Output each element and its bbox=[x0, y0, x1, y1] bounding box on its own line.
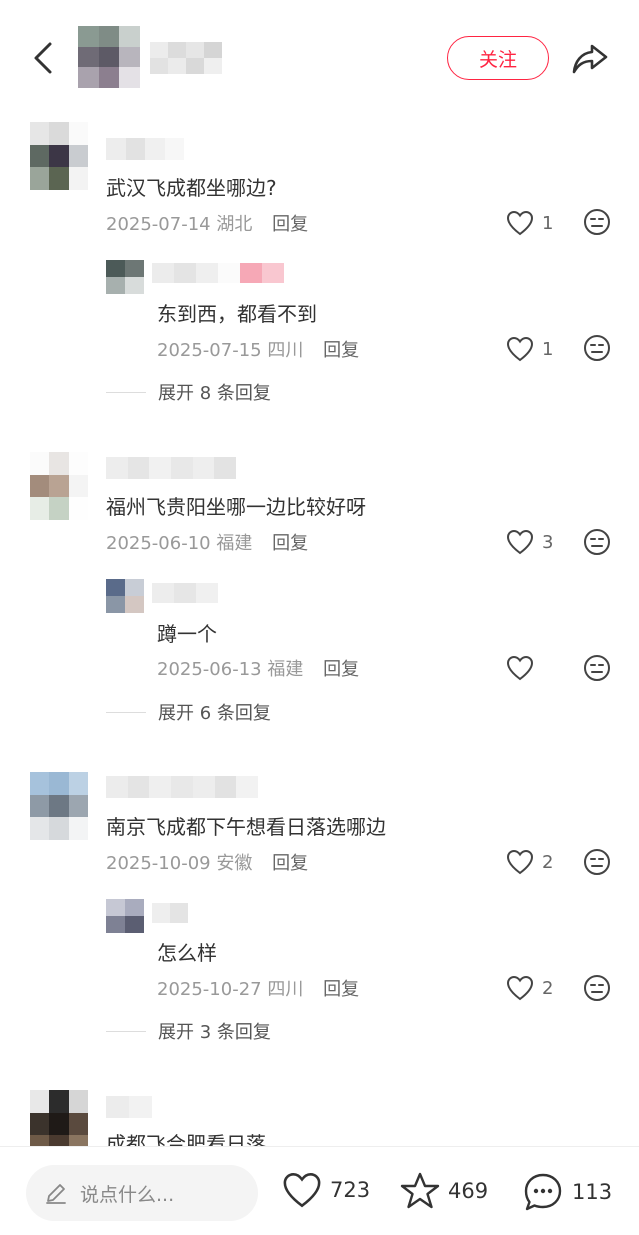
comment-meta: 2025-10-09 安徽 回复 bbox=[106, 849, 308, 875]
reply-text: 东到西，都看不到 bbox=[157, 302, 317, 326]
reply-username[interactable] bbox=[152, 583, 218, 603]
heart-icon bbox=[283, 1172, 321, 1208]
avatar[interactable] bbox=[30, 122, 88, 190]
dislike-icon[interactable] bbox=[583, 208, 611, 236]
like-count: 1 bbox=[542, 212, 554, 234]
heart-icon bbox=[506, 975, 534, 1001]
reply-location: 福建 bbox=[267, 659, 304, 680]
reply-date: 2025-10-27 bbox=[157, 979, 262, 1000]
dislike-icon[interactable] bbox=[583, 974, 611, 1002]
reply-date: 2025-07-15 bbox=[157, 340, 262, 361]
reply-meta: 2025-06-13 福建 回复 bbox=[157, 655, 359, 681]
heart-icon bbox=[506, 210, 534, 236]
comment-date: 2025-10-09 bbox=[106, 853, 211, 874]
chevron-left-icon[interactable] bbox=[28, 38, 58, 78]
reply-text: 怎么样 bbox=[157, 941, 217, 965]
heart-icon bbox=[506, 655, 534, 681]
username[interactable] bbox=[106, 138, 184, 160]
like-button[interactable]: 2 bbox=[506, 849, 553, 875]
dislike-icon[interactable] bbox=[583, 848, 611, 876]
like-button[interactable]: 1 bbox=[506, 336, 553, 362]
reply-location: 四川 bbox=[267, 340, 304, 361]
comment-bubble-icon bbox=[524, 1173, 562, 1211]
like-button[interactable] bbox=[506, 655, 542, 681]
username[interactable] bbox=[106, 1096, 152, 1118]
comment-location: 福建 bbox=[216, 533, 253, 554]
like-button[interactable]: 1 bbox=[506, 210, 553, 236]
reply-meta: 2025-07-15 四川 回复 bbox=[157, 336, 359, 362]
dislike-icon[interactable] bbox=[583, 528, 611, 556]
divider bbox=[106, 711, 146, 713]
reply-date: 2025-06-13 bbox=[157, 659, 262, 680]
reply-button[interactable]: 回复 bbox=[323, 659, 359, 680]
avatar[interactable] bbox=[30, 452, 88, 520]
heart-icon bbox=[506, 529, 534, 555]
expand-label: 展开 8 条回复 bbox=[158, 383, 271, 404]
comment-location: 湖北 bbox=[216, 214, 253, 235]
divider bbox=[106, 391, 146, 393]
comment-meta: 2025-07-14 湖北 回复 bbox=[106, 210, 308, 236]
author-avatar[interactable] bbox=[78, 26, 140, 88]
comment-meta: 2025-06-10 福建 回复 bbox=[106, 529, 308, 555]
pencil-icon bbox=[46, 1184, 66, 1204]
comment-date: 2025-06-10 bbox=[106, 533, 211, 554]
reply-button[interactable]: 回复 bbox=[323, 340, 359, 361]
like-button[interactable]: 2 bbox=[506, 975, 553, 1001]
input-placeholder: 说点什么... bbox=[80, 1183, 175, 1206]
reply-avatar[interactable] bbox=[106, 899, 144, 933]
reply-avatar[interactable] bbox=[106, 260, 144, 294]
favorites-count: 469 bbox=[448, 1179, 489, 1203]
like-post-button[interactable]: 723 bbox=[282, 1171, 370, 1209]
comment-date: 2025-07-14 bbox=[106, 214, 211, 235]
reply-avatar[interactable] bbox=[106, 579, 144, 613]
star-icon bbox=[400, 1172, 440, 1209]
reply-button[interactable]: 回复 bbox=[272, 533, 308, 554]
heart-icon bbox=[506, 336, 534, 362]
reply-meta: 2025-10-27 四川 回复 bbox=[157, 975, 359, 1001]
expand-label: 展开 6 条回复 bbox=[158, 703, 271, 724]
comment-text: 福州飞贵阳坐哪一边比较好呀 bbox=[106, 495, 366, 519]
like-button[interactable]: 3 bbox=[506, 529, 553, 555]
comment-input[interactable]: 说点什么... bbox=[26, 1165, 258, 1221]
username[interactable] bbox=[106, 457, 236, 479]
dislike-icon[interactable] bbox=[583, 334, 611, 362]
like-count: 1 bbox=[542, 338, 554, 360]
username[interactable] bbox=[106, 776, 258, 798]
like-count: 2 bbox=[542, 851, 554, 873]
author-name[interactable] bbox=[150, 42, 222, 74]
follow-button[interactable]: 关注 bbox=[447, 36, 549, 80]
bottom-action-bar: 说点什么... 723 469 113 bbox=[0, 1146, 639, 1235]
reply-text: 蹲一个 bbox=[157, 622, 217, 646]
likes-count: 723 bbox=[330, 1178, 371, 1202]
comments-button[interactable]: 113 bbox=[522, 1171, 612, 1213]
expand-replies[interactable]: 展开 6 条回复 bbox=[106, 699, 271, 725]
expand-replies[interactable]: 展开 8 条回复 bbox=[106, 379, 271, 405]
comment-location: 安徽 bbox=[216, 853, 253, 874]
top-bar: 关注 bbox=[0, 0, 639, 118]
expand-label: 展开 3 条回复 bbox=[158, 1022, 271, 1043]
dislike-icon[interactable] bbox=[583, 654, 611, 682]
reply-username[interactable] bbox=[152, 263, 284, 283]
avatar[interactable] bbox=[30, 772, 88, 840]
favorite-button[interactable]: 469 bbox=[400, 1171, 488, 1211]
reply-button[interactable]: 回复 bbox=[272, 853, 308, 874]
comments-count: 113 bbox=[572, 1180, 613, 1204]
reply-button[interactable]: 回复 bbox=[272, 214, 308, 235]
reply-button[interactable]: 回复 bbox=[323, 979, 359, 1000]
heart-icon bbox=[506, 849, 534, 875]
comment-text: 南京飞成都下午想看日落选哪边 bbox=[106, 815, 386, 839]
expand-replies[interactable]: 展开 3 条回复 bbox=[106, 1018, 271, 1044]
comment-text: 武汉飞成都坐哪边? bbox=[106, 176, 277, 200]
reply-username[interactable] bbox=[152, 903, 188, 923]
reply-location: 四川 bbox=[267, 979, 304, 1000]
like-count: 3 bbox=[542, 531, 554, 553]
share-arrow-icon[interactable] bbox=[570, 38, 610, 78]
like-count: 2 bbox=[542, 977, 554, 999]
divider bbox=[106, 1030, 146, 1032]
